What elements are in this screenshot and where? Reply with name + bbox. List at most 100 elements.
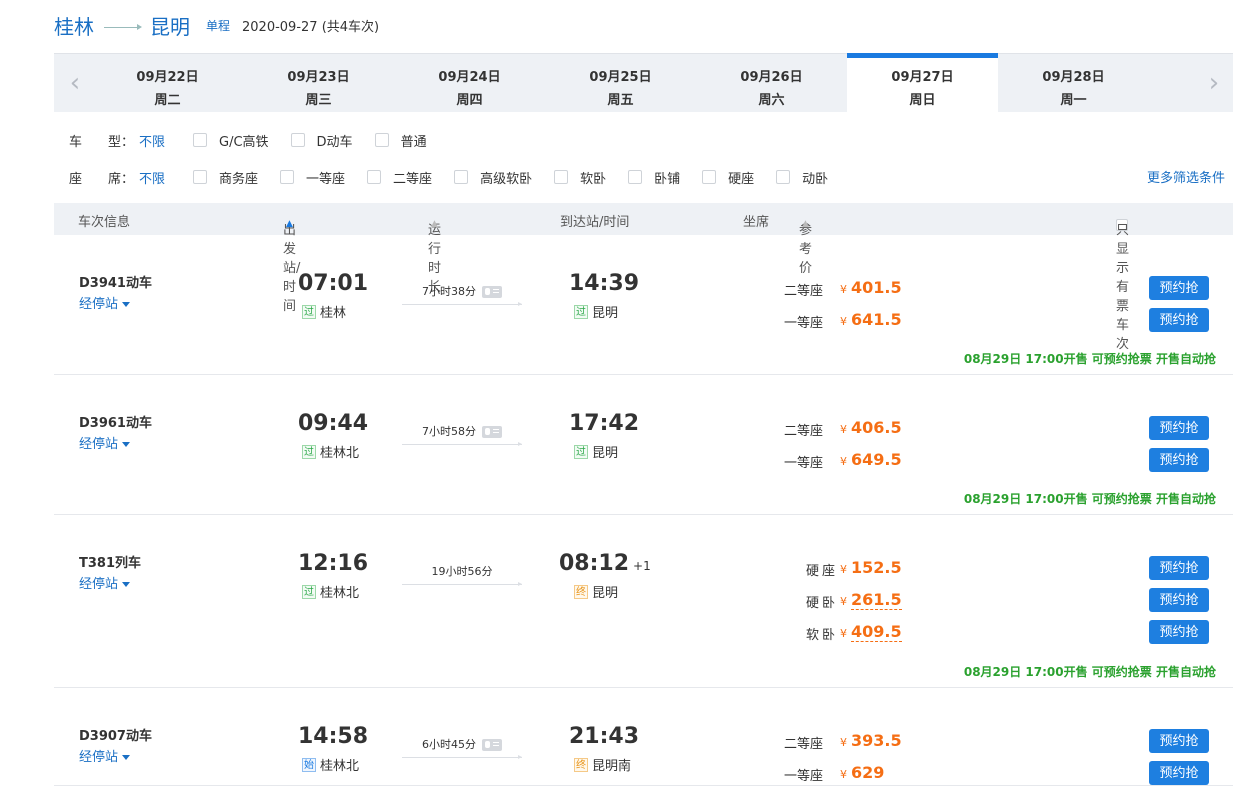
stops-link[interactable]: 经停站	[79, 573, 131, 592]
train-number[interactable]: T381列车	[79, 552, 141, 571]
date-tab[interactable]: 09月27日 周日	[847, 53, 998, 113]
filter-option[interactable]: G/C高铁	[193, 131, 269, 150]
train-number[interactable]: D3907动车	[79, 725, 152, 744]
more-filters-link[interactable]: 更多筛选条件	[1147, 167, 1225, 186]
filter-option-label: D动车	[316, 134, 353, 150]
arrive-station-name: 昆明南	[592, 759, 632, 774]
filter-checkbox[interactable]	[776, 170, 791, 184]
filter-checkbox[interactable]	[454, 170, 469, 184]
filter-option[interactable]: 二等座	[367, 168, 432, 187]
chevron-right-icon[interactable]: ›	[1203, 68, 1225, 98]
arrive-station[interactable]: 过昆明	[574, 302, 618, 321]
arrive-station[interactable]: 终昆明南	[574, 755, 631, 774]
arrive-station-name: 昆明	[592, 586, 619, 601]
arrive-time: 17:42	[569, 411, 639, 436]
date-tab[interactable]: 09月28日 周一	[998, 54, 1149, 112]
book-button[interactable]: 预约抢	[1149, 761, 1209, 785]
stops-label: 经停站	[79, 297, 119, 312]
book-button[interactable]: 预约抢	[1149, 729, 1209, 753]
arrive-time: 21:43	[569, 724, 639, 749]
arrive-time: 14:39	[569, 271, 639, 296]
stops-link[interactable]: 经停站	[79, 746, 131, 765]
depart-station-name: 桂林北	[320, 446, 360, 461]
chevron-left-icon[interactable]: ‹	[64, 68, 86, 98]
stops-link[interactable]: 经停站	[79, 293, 131, 312]
book-button[interactable]: 预约抢	[1149, 308, 1209, 332]
filter-option[interactable]: 商务座	[193, 168, 258, 187]
seat-type: 硬座	[805, 564, 838, 579]
book-button[interactable]: 预约抢	[1149, 620, 1209, 644]
duration-text: 6小时45分	[422, 738, 476, 751]
filter-checkbox[interactable]	[374, 133, 389, 147]
to-city[interactable]: 昆明	[150, 11, 190, 40]
date-tab-weekday: 周五	[607, 93, 634, 108]
seat-price: ¥401.5	[840, 278, 902, 297]
filter-checkbox[interactable]	[554, 170, 569, 184]
depart-station[interactable]: 过桂林北	[302, 442, 359, 461]
caret-down-icon	[122, 755, 131, 760]
seat-price: ¥406.5	[840, 418, 902, 437]
book-button[interactable]: 预约抢	[1149, 276, 1209, 300]
from-city[interactable]: 桂林	[54, 11, 94, 40]
filter-checkbox[interactable]	[628, 170, 643, 184]
filter-option[interactable]: 硬座	[702, 168, 754, 187]
price-value: 641.5	[851, 310, 902, 329]
filter-checkbox[interactable]	[702, 170, 717, 184]
book-button[interactable]: 预约抢	[1149, 416, 1209, 440]
book-button[interactable]: 预约抢	[1149, 448, 1209, 472]
price-value: 409.5	[851, 622, 902, 642]
station-tag: 过	[302, 304, 316, 319]
filter-option[interactable]: D动车	[290, 131, 353, 150]
date-tab[interactable]: 09月22日 周二	[92, 54, 243, 112]
id-card-icon	[482, 739, 502, 751]
sort-icon: ▲	[431, 219, 438, 229]
date-tab-date: 09月23日	[287, 70, 350, 85]
train-number[interactable]: D3941动车	[79, 272, 152, 291]
arrive-station-name: 昆明	[592, 446, 619, 461]
filter-option-label: 一等座	[306, 171, 346, 187]
yen-sign: ¥	[840, 315, 847, 328]
seat-price: ¥641.5	[840, 310, 902, 329]
depart-station-name: 桂林北	[320, 586, 360, 601]
filter-option[interactable]: 动卧	[776, 168, 828, 187]
date-tab[interactable]: 09月26日 周六	[696, 54, 847, 112]
depart-station[interactable]: 始桂林北	[302, 755, 359, 774]
filter-checkbox[interactable]	[193, 170, 208, 184]
sale-note: 08月29日 17:00开售 可预约抢票 开售自动抢	[963, 665, 1216, 679]
date-tab[interactable]: 09月23日 周三	[243, 54, 394, 112]
book-button[interactable]: 预约抢	[1149, 588, 1209, 612]
depart-station[interactable]: 过桂林北	[302, 582, 359, 601]
filter-option[interactable]: 软卧	[554, 168, 606, 187]
filter-option[interactable]: 一等座	[280, 168, 345, 187]
yen-sign: ¥	[840, 423, 847, 436]
seat-type: 硬卧	[805, 596, 838, 611]
book-button[interactable]: 预约抢	[1149, 556, 1209, 580]
train-type-unlimited[interactable]: 不限	[139, 131, 165, 150]
date-tab[interactable]: 09月24日 周四	[394, 54, 545, 112]
yen-sign: ¥	[840, 595, 847, 608]
filter-option[interactable]: 普通	[374, 131, 427, 150]
filter-checkbox[interactable]	[367, 170, 382, 184]
date-tab-date: 09月22日	[136, 70, 199, 85]
arrive-station[interactable]: 过昆明	[574, 442, 618, 461]
yen-sign: ¥	[840, 283, 847, 296]
stops-label: 经停站	[79, 577, 119, 592]
stops-label: 经停站	[79, 437, 119, 452]
duration-arrow	[402, 442, 522, 446]
train-row: D3907动车 经停站 14:58 始桂林北 6小时45分 21:43 终昆明南 二等座 ¥39…	[54, 688, 1233, 786]
date-tab-weekday: 周一	[1060, 93, 1087, 108]
filter-checkbox[interactable]	[280, 170, 295, 184]
arrive-station[interactable]: 终昆明	[574, 582, 618, 601]
table-header: 车次信息 出发站/时间 ▲ 运行时长 ▲ 到达站/时间 坐席 参考价 ▲ 只显示有票车…	[54, 203, 1233, 352]
seat-type-unlimited[interactable]: 不限	[139, 168, 165, 187]
stops-link[interactable]: 经停站	[79, 433, 131, 452]
train-number[interactable]: D3961动车	[79, 412, 152, 431]
station-tag: 过	[302, 444, 316, 459]
date-tab[interactable]: 09月25日 周五	[545, 54, 696, 112]
filter-option[interactable]: 高级软卧	[454, 168, 532, 187]
filter-checkbox[interactable]	[193, 133, 208, 147]
filter-option[interactable]: 卧铺	[628, 168, 680, 187]
filter-checkbox[interactable]	[290, 133, 305, 147]
route-arrow-icon	[104, 23, 142, 30]
depart-station[interactable]: 过桂林	[302, 302, 346, 321]
